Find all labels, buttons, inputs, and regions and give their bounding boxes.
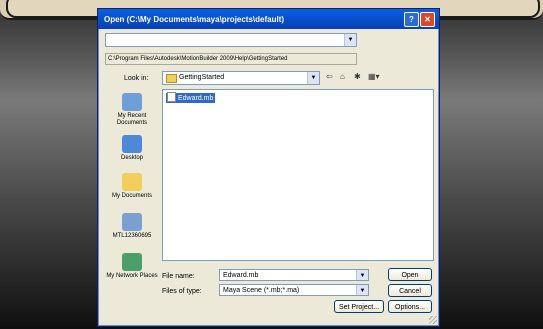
- chevron-down-icon[interactable]: ▼: [356, 270, 368, 280]
- back-icon[interactable]: ⇦: [326, 71, 333, 83]
- close-button[interactable]: ✕: [420, 12, 435, 27]
- open-dialog: Open (C:\My Documents\maya\projects\defa…: [97, 8, 440, 327]
- lookin-label: Look in:: [124, 75, 149, 82]
- filename-value: Edward.mb: [223, 272, 259, 279]
- desktop-icon: [122, 135, 142, 153]
- my-computer-icon: [122, 213, 142, 231]
- views-menu-icon[interactable]: ▦▾: [368, 71, 380, 83]
- place-recent[interactable]: My Recent Documents: [106, 93, 158, 127]
- chevron-down-icon[interactable]: ▼: [344, 34, 356, 46]
- recent-paths-combo[interactable]: ▼: [105, 33, 357, 47]
- place-network[interactable]: My Network Places: [106, 253, 158, 280]
- recent-documents-icon: [122, 93, 142, 111]
- dialog-title: Open (C:\My Documents\maya\projects\defa…: [104, 15, 285, 24]
- lookin-combo[interactable]: GettingStarted ▼: [162, 71, 320, 85]
- filetype-select[interactable]: Maya Scene (*.mb;*.ma) ▼: [219, 284, 369, 296]
- file-list[interactable]: Edward.mb: [162, 89, 434, 261]
- open-button[interactable]: Open: [388, 268, 432, 281]
- filename-label: File name:: [162, 273, 195, 280]
- filetype-label: Files of type:: [162, 288, 202, 295]
- chevron-down-icon[interactable]: ▼: [307, 72, 319, 84]
- filetype-value: Maya Scene (*.mb;*.ma): [223, 287, 300, 294]
- maya-file-icon: [167, 92, 176, 102]
- lookin-value: GettingStarted: [179, 74, 225, 81]
- options-button[interactable]: Options...: [388, 300, 432, 313]
- my-documents-icon: [122, 173, 142, 191]
- place-label: MTL12360695: [112, 233, 152, 239]
- up-folder-icon[interactable]: ⌂: [340, 71, 345, 83]
- place-my-documents[interactable]: My Documents: [106, 173, 158, 200]
- resize-grip[interactable]: [429, 316, 437, 324]
- place-label: My Network Places: [106, 273, 158, 279]
- place-desktop[interactable]: Desktop: [106, 135, 158, 162]
- cancel-button[interactable]: Cancel: [388, 284, 432, 297]
- filename-input[interactable]: Edward.mb ▼: [219, 269, 369, 281]
- place-label: My Documents: [111, 193, 152, 199]
- chevron-down-icon[interactable]: ▼: [356, 285, 368, 295]
- dialog-titlebar[interactable]: Open (C:\My Documents\maya\projects\defa…: [98, 9, 439, 29]
- current-path: C:\Program Files\Autodesk\MotionBuilder …: [105, 53, 357, 65]
- folder-icon: [166, 74, 177, 83]
- network-places-icon: [122, 253, 142, 271]
- file-name: Edward.mb: [178, 94, 214, 102]
- place-my-computer[interactable]: MTL12360695: [106, 213, 158, 240]
- help-button[interactable]: ?: [404, 12, 419, 27]
- place-label: Desktop: [120, 155, 143, 161]
- file-item[interactable]: Edward.mb: [166, 92, 216, 103]
- set-project-button[interactable]: Set Project...: [334, 300, 384, 313]
- place-label: My Recent Documents: [116, 113, 148, 126]
- places-bar: My Recent Documents Desktop My Documents…: [106, 87, 158, 312]
- new-folder-icon[interactable]: ✱: [354, 71, 361, 83]
